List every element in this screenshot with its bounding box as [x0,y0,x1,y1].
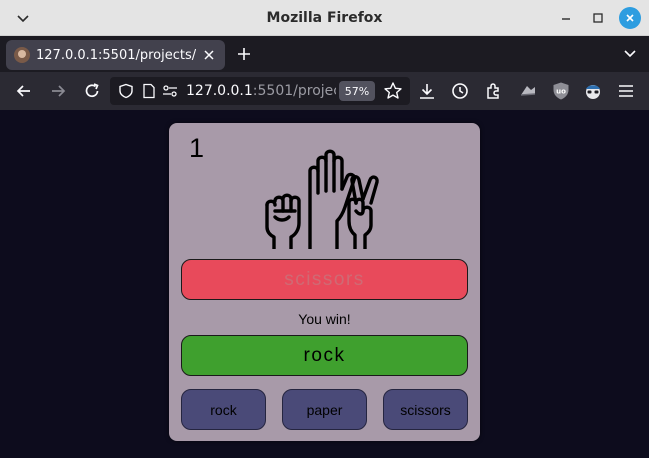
extensions-icon[interactable] [484,81,504,101]
rock-paper-scissors-hands-icon [265,149,379,249]
download-icon[interactable] [417,81,437,101]
reload-icon[interactable] [82,81,102,101]
privacy-badger-icon[interactable] [583,81,603,101]
result-message: You win! [298,311,351,327]
history-icon[interactable] [450,81,470,101]
window-title: Mozilla Firefox [266,9,383,26]
close-icon [626,14,634,22]
list-all-tabs-icon[interactable] [623,48,637,60]
tab-strip: 127.0.0.1:5501/projects/Ro [0,36,649,72]
forward-icon[interactable] [48,81,68,101]
close-tab-icon[interactable] [201,47,217,63]
url-text[interactable]: 127.0.0.1:5501/project [186,83,336,99]
minimize-button[interactable] [555,7,577,29]
chevron-down-icon[interactable] [14,9,32,27]
addon-icon[interactable] [518,81,538,101]
tab-favicon [14,47,30,63]
navigation-toolbar: 127.0.0.1:5501/project 57% uo [0,72,649,110]
score-counter: 1 [189,133,205,163]
ublock-icon[interactable]: uo [551,81,571,101]
game-card: 1 scissors You win! rock rock paper scis… [169,123,480,441]
scissors-button[interactable]: scissors [383,389,468,430]
url-bar[interactable]: 127.0.0.1:5501/project 57% [110,77,410,105]
paper-button[interactable]: paper [282,389,367,430]
permissions-icon[interactable] [162,84,178,98]
minimize-icon [562,18,570,20]
window-titlebar: Mozilla Firefox [0,0,649,36]
zoom-level-badge[interactable]: 57% [339,81,375,101]
maximize-button[interactable] [587,7,609,29]
close-button[interactable] [619,7,641,29]
computer-choice-display: scissors [181,259,468,300]
back-icon[interactable] [14,81,34,101]
rock-button[interactable]: rock [181,389,266,430]
player-choice-display: rock [181,335,468,376]
new-tab-icon[interactable] [236,46,252,62]
maximize-icon [593,13,603,23]
bookmark-star-icon[interactable] [383,81,403,101]
shield-icon[interactable] [118,83,134,99]
tab-label: 127.0.0.1:5501/projects/Ro [36,47,196,63]
tab-active[interactable]: 127.0.0.1:5501/projects/Ro [6,40,225,70]
hamburger-menu-icon[interactable] [616,81,636,101]
svg-text:uo: uo [556,88,566,96]
url-host: 127.0.0.1 [186,83,253,99]
page-icon[interactable] [142,83,156,99]
url-path: :5501/project [252,83,336,99]
